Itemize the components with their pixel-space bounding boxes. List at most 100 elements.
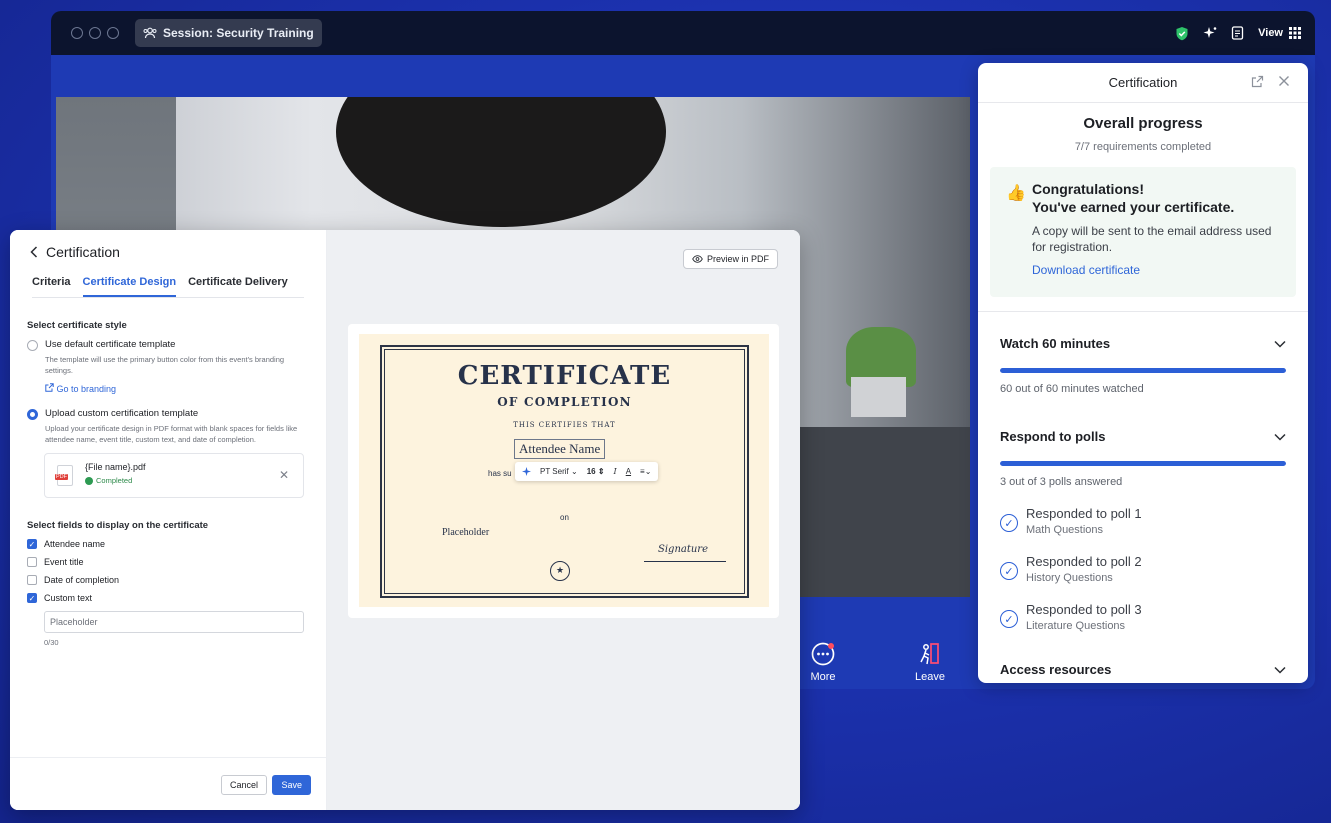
preview-in-pdf-label: Preview in PDF [706, 254, 769, 264]
italic-icon[interactable]: I [614, 467, 617, 476]
document-icon[interactable] [1231, 26, 1244, 40]
poll-title: Responded to poll 1 [1026, 506, 1142, 521]
field-attendee-name[interactable]: ✓ Attendee name [27, 539, 309, 549]
requirement-polls-header[interactable]: Respond to polls [1000, 429, 1286, 444]
sparkle-icon[interactable] [1203, 26, 1217, 40]
window-dot-icon[interactable] [107, 27, 119, 39]
requirement-resources-header[interactable]: Access resources [1000, 662, 1286, 677]
settings-header: Certification [10, 230, 326, 260]
overall-progress-title: Overall progress [1083, 115, 1203, 132]
checkbox[interactable] [27, 557, 37, 567]
custom-template-label: Upload custom certification template [45, 408, 199, 419]
requirement-status: 60 out of 60 minutes watched [1000, 383, 1144, 395]
leave-label: Leave [915, 671, 945, 683]
shield-check-icon[interactable] [1175, 26, 1189, 41]
radio-button[interactable] [27, 340, 38, 351]
topbar-actions: View [1175, 11, 1301, 55]
font-family-select[interactable]: PT Serif ⌄ [540, 467, 578, 476]
people-icon [143, 27, 157, 39]
font-size-stepper[interactable]: 16 ⇕ [587, 467, 605, 476]
window-dot-icon[interactable] [71, 27, 83, 39]
font-size-value: 16 [586, 467, 596, 476]
requirement-watch-header[interactable]: Watch 60 minutes [1000, 336, 1286, 351]
go-to-branding-label: Go to branding [56, 384, 117, 394]
style-section: Select certificate style Use default cer… [10, 320, 326, 445]
eye-icon [692, 255, 703, 263]
panel-header: Certification [978, 63, 1308, 103]
poll-item: ✓ Responded to poll 3 Literature Question… [1000, 602, 1286, 632]
text-color-icon[interactable]: A [626, 467, 631, 476]
tab-certificate-delivery[interactable]: Certificate Delivery [188, 276, 288, 297]
field-label: Attendee name [44, 539, 106, 549]
download-certificate-link[interactable]: Download certificate [1032, 263, 1280, 277]
view-label: View [1258, 27, 1283, 39]
font-family-value: PT Serif [540, 467, 569, 476]
congrats-heading: Congratulations! [1032, 181, 1144, 197]
align-icon[interactable]: ≡⌄ [640, 467, 651, 476]
go-to-branding-link[interactable]: Go to branding [45, 383, 309, 394]
text-format-toolbar: PT Serif ⌄ 16 ⇕ I A ≡⌄ [515, 462, 659, 481]
cancel-button[interactable]: Cancel [220, 775, 267, 795]
certification-settings-panel: Certification Criteria Certificate Desig… [10, 230, 800, 810]
certificate-preview-area: Preview in PDF CERTIFICATE OF COMPLETION… [327, 230, 800, 810]
certificate-placeholder[interactable]: Placeholder [442, 527, 489, 538]
checkbox-checked[interactable]: ✓ [27, 539, 37, 549]
overall-progress-subtitle: 7/7 requirements completed [1074, 141, 1212, 153]
style-section-title: Select certificate style [27, 320, 127, 331]
custom-text-input[interactable]: Placeholder [44, 611, 304, 633]
radio-button-selected[interactable] [27, 409, 38, 420]
custom-template-option[interactable]: Upload custom certification template [27, 408, 309, 420]
external-link-icon [45, 383, 54, 392]
field-custom-text[interactable]: ✓ Custom text [27, 593, 309, 603]
laurel-seal-icon: ★ [550, 561, 570, 581]
ai-sparkle-icon[interactable] [522, 467, 531, 476]
default-template-hint: The template will use the primary button… [45, 355, 285, 375]
default-template-option[interactable]: Use default certificate template [27, 339, 309, 351]
poll-title: Responded to poll 2 [1026, 554, 1142, 569]
panel-title: Certification [1108, 75, 1178, 90]
attendee-name-field[interactable]: Attendee Name [514, 439, 606, 459]
upload-status-label: Completed [96, 476, 133, 485]
check-circle-icon: ✓ [1000, 562, 1018, 580]
top-bar: Session: Security Training View [51, 11, 1315, 55]
uploaded-file-card: PDF {File name}.pdf Completed ✕ [44, 453, 304, 498]
field-label: Event title [44, 557, 84, 567]
popout-icon[interactable] [1251, 75, 1264, 88]
tab-certificate-design[interactable]: Certificate Design [82, 276, 177, 297]
progress-bar-fill [1000, 461, 1286, 466]
session-title-pill[interactable]: Session: Security Training [135, 19, 322, 47]
settings-title: Certification [46, 244, 120, 260]
signature-line [644, 561, 726, 562]
window-dot-icon[interactable] [89, 27, 101, 39]
close-icon[interactable] [1278, 75, 1290, 87]
leave-icon [920, 643, 939, 665]
settings-tabs: Criteria Certificate Design Certificate … [32, 276, 304, 298]
grid-icon [1289, 27, 1301, 39]
back-chevron-icon[interactable] [30, 246, 38, 258]
checkbox-checked[interactable]: ✓ [27, 593, 37, 603]
leave-control[interactable]: Leave [905, 641, 955, 683]
field-label: Date of completion [44, 575, 120, 585]
thumbs-up-icon: 👍 [1006, 185, 1026, 202]
certificate-on-text: on [560, 513, 569, 522]
field-event-title[interactable]: Event title [27, 557, 309, 567]
progress-bar [1000, 461, 1286, 466]
chevron-down-icon [1274, 340, 1286, 348]
more-icon [811, 642, 835, 666]
upload-status: Completed [85, 476, 303, 485]
settings-column: Certification Criteria Certificate Desig… [10, 230, 327, 810]
poll-item: ✓ Responded to poll 1 Math Questions [1000, 506, 1286, 536]
divider [978, 311, 1308, 312]
more-control[interactable]: More [798, 641, 848, 683]
field-date-of-completion[interactable]: Date of completion [27, 575, 309, 585]
save-button[interactable]: Save [272, 775, 311, 795]
remove-file-icon[interactable]: ✕ [279, 468, 289, 482]
preview-in-pdf-button[interactable]: Preview in PDF [682, 249, 778, 269]
tab-criteria[interactable]: Criteria [32, 276, 71, 297]
checkbox[interactable] [27, 575, 37, 585]
window-controls [71, 27, 119, 39]
certificate-border: CERTIFICATE OF COMPLETION THIS CERTIFIES… [380, 345, 749, 598]
poll-subtitle: History Questions [1026, 572, 1113, 584]
signature-image: Signature [658, 544, 709, 555]
view-button[interactable]: View [1258, 27, 1301, 39]
